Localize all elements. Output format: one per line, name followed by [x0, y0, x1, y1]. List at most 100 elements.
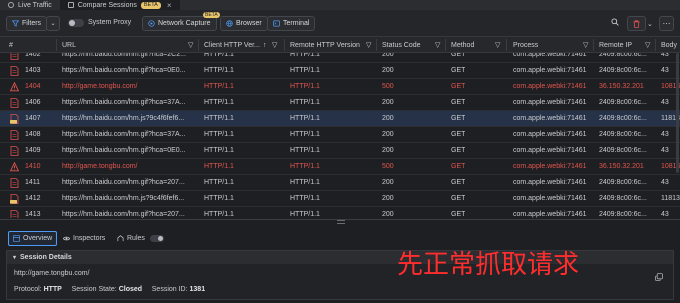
process-filter-icon[interactable]: ▽ [583, 37, 588, 53]
cell-status: 200 [382, 195, 394, 202]
js-file-icon [10, 194, 19, 204]
cell-url: https://hm.baidu.com/hm.js?9c4f6fef6... [62, 115, 185, 122]
table-row[interactable]: 1410 http://game.tongbu.com/HTTP/1.1 HTTP/… [0, 159, 680, 175]
close-icon[interactable]: × [167, 1, 172, 10]
cell-method: GET [451, 179, 466, 186]
trash-icon [633, 19, 640, 28]
tab-compare-sessions[interactable]: Compare Sessions BETA × [59, 0, 180, 10]
eye-icon [8, 2, 14, 8]
cell-client: HTTP/1.1 [204, 211, 234, 218]
cell-process: com.apple.webki:71461 [513, 67, 587, 74]
tab-overview[interactable]: Overview [8, 231, 58, 246]
inspectors-label: Inspectors [73, 235, 106, 242]
cell-client: HTTP/1.1 [204, 67, 234, 74]
file-icon [10, 146, 19, 156]
more-options-button[interactable]: ⋯ [659, 16, 674, 31]
sort-ascending-icon[interactable]: ↑ [263, 37, 267, 53]
table-row[interactable]: 1413 https://hm.baidu.com/hm.gif?hca=207.… [0, 207, 680, 218]
delete-button[interactable] [627, 16, 646, 31]
col-header-number[interactable]: # [9, 37, 13, 53]
tab-label: Live Traffic [18, 1, 52, 9]
rules-toggle[interactable] [149, 235, 164, 242]
overview-label: Overview [23, 235, 53, 242]
column-divider[interactable] [655, 39, 656, 51]
filters-dropdown-button[interactable]: ⌄ [46, 16, 60, 31]
cell-method: GET [451, 211, 466, 218]
rules-label: Rules [127, 235, 145, 242]
terminal-button[interactable]: Terminal [267, 16, 316, 31]
cell-body: 43 [661, 211, 669, 218]
col-header-process[interactable]: Process [513, 37, 538, 53]
table-row[interactable]: 1412 https://hm.baidu.com/hm.js?9c4f6fef6… [0, 191, 680, 207]
cell-process: com.apple.webki:71461 [513, 195, 587, 202]
cell-remote: HTTP/1.1 [290, 163, 320, 170]
sessions-table-body: 1402 https://hm.baidu.com/hm.gif?hca=2C2.… [0, 53, 680, 218]
cell-process: com.apple.webki:71461 [513, 99, 587, 106]
cell-process: com.apple.webki:71461 [513, 83, 587, 90]
cell-process: com.apple.webki:71461 [513, 53, 587, 58]
cell-client: HTTP/1.1 [204, 179, 234, 186]
cell-id: 1402 [25, 53, 41, 58]
tab-inspectors[interactable]: Inspectors [58, 231, 110, 246]
col-header-method[interactable]: Method [451, 37, 474, 53]
panel-splitter[interactable] [0, 219, 680, 224]
cell-url: http://game.tongbu.com/ [62, 163, 138, 170]
cell-status: 200 [382, 53, 394, 58]
search-icon[interactable] [611, 18, 619, 28]
col-header-url[interactable]: URL [62, 37, 76, 53]
column-divider[interactable] [506, 39, 507, 51]
cell-ip: 2409:8c00:6c... [599, 99, 647, 106]
cell-id: 1407 [25, 115, 41, 122]
table-row[interactable]: 1406 https://hm.baidu.com/hm.gif?hca=37A.… [0, 95, 680, 111]
table-row[interactable]: 1404 http://game.tongbu.com/HTTP/1.1 HTTP/… [0, 79, 680, 95]
cell-remote: HTTP/1.1 [290, 99, 320, 106]
copy-icon[interactable] [655, 273, 663, 281]
cell-remote: HTTP/1.1 [290, 83, 320, 90]
url-filter-icon[interactable]: ▽ [188, 37, 193, 53]
col-header-body[interactable]: Body [661, 37, 677, 53]
column-divider[interactable] [56, 39, 57, 51]
column-divider[interactable] [376, 39, 377, 51]
tab-rules[interactable]: Rules [112, 231, 169, 246]
col-header-client-http[interactable]: Client HTTP Ver... [204, 37, 260, 53]
filters-button[interactable]: Filters [6, 16, 48, 31]
table-row[interactable]: 1409 https://hm.baidu.com/hm.gif?hca=0E0.… [0, 143, 680, 159]
status-filter-icon[interactable]: ▽ [435, 37, 440, 53]
delete-dropdown-chevron[interactable]: ⌄ [647, 16, 655, 31]
vertical-scrollbar[interactable] [676, 53, 679, 173]
table-row[interactable]: 1403 https://hm.baidu.com/hm.gif?hca=0E0.… [0, 63, 680, 79]
remote-http-filter-icon[interactable]: ▽ [366, 37, 371, 53]
column-divider[interactable] [445, 39, 446, 51]
col-header-remote-http[interactable]: Remote HTTP Version [290, 37, 360, 53]
session-url: http://game.tongbu.com/ [14, 270, 90, 277]
system-proxy-toggle[interactable] [68, 19, 84, 27]
method-filter-icon[interactable]: ▽ [495, 37, 500, 53]
column-divider[interactable] [593, 39, 594, 51]
col-header-status-code[interactable]: Status Code [382, 37, 421, 53]
column-divider[interactable] [198, 39, 199, 51]
remote-ip-filter-icon[interactable]: ▽ [645, 37, 650, 53]
table-row[interactable]: 1402 https://hm.baidu.com/hm.gif?hca=2C2.… [0, 53, 680, 63]
client-http-filter-icon[interactable]: ▽ [272, 37, 277, 53]
col-header-remote-ip[interactable]: Remote IP [599, 37, 632, 53]
table-row[interactable]: 1408 https://hm.baidu.com/hm.gif?hca=37A.… [0, 127, 680, 143]
cell-ip: 2409:8c00:6c... [599, 179, 647, 186]
table-row[interactable]: 1411 https://hm.baidu.com/hm.gif?hca=207.… [0, 175, 680, 191]
tab-live-traffic[interactable]: Live Traffic [0, 0, 60, 10]
cell-status: 200 [382, 115, 394, 122]
network-capture-button[interactable]: Network Capture [142, 16, 217, 31]
table-row[interactable]: 1407 https://hm.baidu.com/hm.js?9c4f6fef6… [0, 111, 680, 127]
warning-icon [10, 82, 19, 92]
cell-url: https://hm.baidu.com/hm.gif?hca=0E0... [62, 67, 186, 74]
column-divider[interactable] [284, 39, 285, 51]
cell-status: 200 [382, 211, 394, 218]
file-icon [10, 53, 19, 60]
browser-button[interactable]: Browser [220, 16, 268, 31]
cell-url: https://hm.baidu.com/hm.gif?hca=2C2... [62, 53, 186, 58]
cell-client: HTTP/1.1 [204, 163, 234, 170]
cell-status: 200 [382, 131, 394, 138]
cell-remote: HTTP/1.1 [290, 147, 320, 154]
cell-method: GET [451, 115, 466, 122]
cell-url: https://hm.baidu.com/hm.gif?hca=207... [62, 211, 185, 218]
cell-id: 1410 [25, 163, 41, 170]
